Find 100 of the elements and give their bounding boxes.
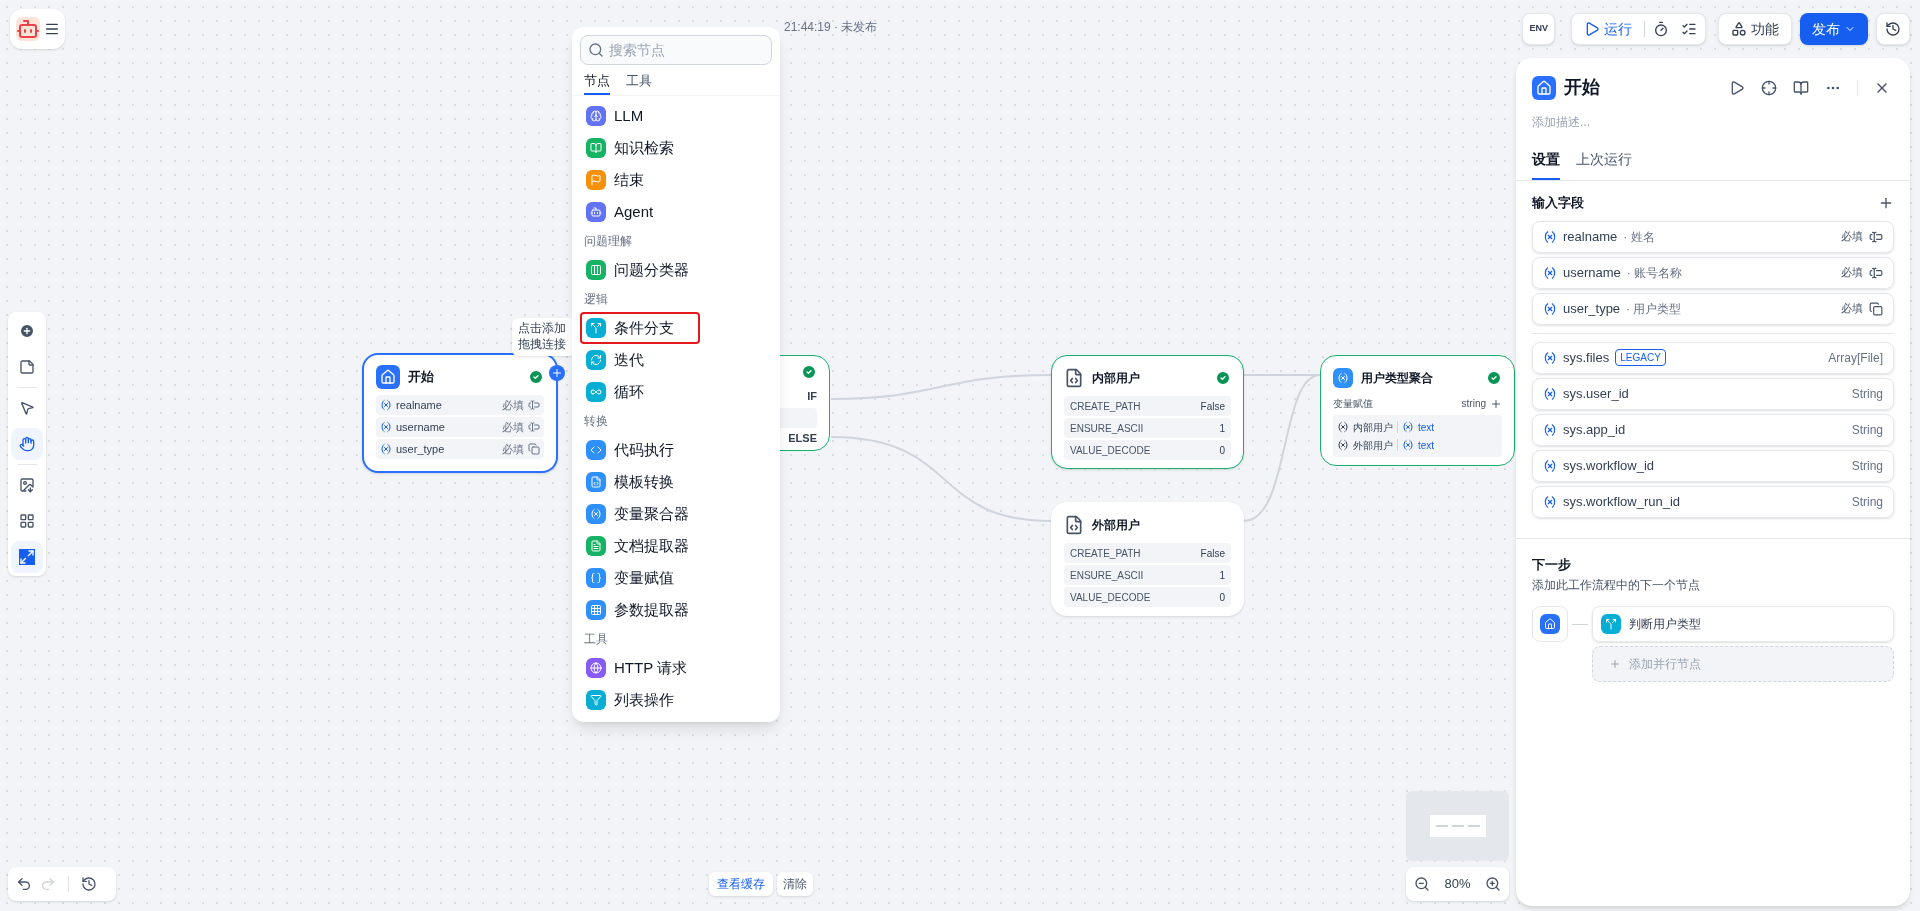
note-icon bbox=[19, 359, 35, 375]
variable-name: sys.files bbox=[1563, 348, 1610, 367]
history-icon[interactable] bbox=[81, 876, 97, 892]
field-label: · 账号名称 bbox=[1626, 264, 1684, 282]
field-name: realname bbox=[396, 397, 443, 413]
menu-item[interactable]: 条件分支 bbox=[580, 312, 700, 344]
variable-icon bbox=[1543, 301, 1557, 316]
menu-item[interactable]: 迭代 bbox=[580, 344, 772, 376]
menu-item[interactable]: HTTP 请求 bbox=[580, 652, 772, 684]
menu-item[interactable]: 变量聚合器 bbox=[580, 498, 772, 530]
param-key: VALUE_DECODE bbox=[1070, 442, 1220, 458]
start-node[interactable]: 开始 realname 必填 username 必填 user_type 必填 bbox=[362, 353, 558, 473]
required-label: 必填 bbox=[1841, 301, 1863, 317]
app-logo[interactable] bbox=[10, 9, 65, 49]
code-node[interactable]: 外部用户 CREATE_PATH False ENSURE_ASCII 1 VALUE_DECODE 0 bbox=[1051, 502, 1244, 616]
input-field-row[interactable]: user_type · 用户类型 必填 bbox=[1532, 292, 1894, 325]
menu-item[interactable]: 列表操作 bbox=[580, 684, 772, 716]
hand-mode-button[interactable] bbox=[11, 428, 43, 460]
undo-icon[interactable] bbox=[16, 876, 32, 892]
book-icon[interactable] bbox=[1793, 79, 1809, 96]
menu-section-heading: 工具 bbox=[583, 631, 609, 648]
menu-item[interactable]: 问题分类器 bbox=[580, 254, 772, 286]
search-field[interactable]: 搜索节点 bbox=[580, 35, 772, 65]
input-field-row[interactable]: realname · 姓名 必填 bbox=[1532, 220, 1894, 253]
param-value: 1 bbox=[1219, 568, 1225, 583]
zoom-level[interactable]: 80% bbox=[1444, 874, 1471, 894]
crosshair-icon[interactable] bbox=[1761, 79, 1777, 96]
variable-name: text bbox=[1418, 420, 1435, 435]
checklist-icon[interactable] bbox=[1681, 21, 1697, 37]
hand-icon bbox=[19, 436, 35, 452]
env-button[interactable]: ENV bbox=[1522, 13, 1555, 45]
add-icon[interactable] bbox=[1490, 397, 1502, 410]
menu-item[interactable]: 文档提取器 bbox=[580, 530, 772, 562]
panel-title: 开始 bbox=[1564, 76, 1601, 99]
input-field-row[interactable]: username · 账号名称 必填 bbox=[1532, 256, 1894, 289]
field-name: username bbox=[1563, 263, 1621, 282]
field-name: realname bbox=[1563, 227, 1618, 246]
panel-tab[interactable]: 设置 bbox=[1532, 149, 1560, 180]
description-field[interactable]: 添加描述... bbox=[1532, 113, 1892, 131]
autosave-status: 21:44:19 · 未发布 bbox=[784, 19, 878, 36]
publish-button[interactable]: 发布 bbox=[1800, 13, 1868, 45]
text-input-icon bbox=[528, 399, 540, 411]
menu-item[interactable]: 参数提取器 bbox=[580, 594, 772, 626]
aggregator-node[interactable]: 用户类型聚合 变量赋值 string 内部用户 text 外部用户 text bbox=[1320, 355, 1515, 466]
home-icon bbox=[1532, 75, 1556, 100]
section-title: 输入字段 bbox=[1532, 194, 1585, 212]
variable-icon bbox=[1543, 494, 1557, 509]
plus-icon bbox=[551, 367, 563, 379]
text-input-icon bbox=[1869, 229, 1883, 244]
text-input-icon bbox=[528, 421, 540, 433]
play-icon[interactable] bbox=[1729, 79, 1745, 96]
features-button[interactable]: 功能 bbox=[1718, 13, 1792, 45]
menu-tab[interactable]: 节点 bbox=[584, 69, 610, 95]
menu-item[interactable]: 结束 bbox=[580, 164, 772, 196]
menu-tab[interactable]: 工具 bbox=[626, 69, 652, 95]
section-hint: 添加此工作流程中的下一个节点 bbox=[1532, 577, 1701, 594]
clear-button[interactable]: 清除 bbox=[777, 872, 813, 896]
menu-section-heading: 转换 bbox=[583, 413, 609, 430]
code-node[interactable]: 内部用户 CREATE_PATH False ENSURE_ASCII 1 VALUE_DECODE 0 bbox=[1051, 355, 1244, 469]
menu-icon[interactable] bbox=[43, 21, 60, 37]
grid-icon bbox=[19, 513, 35, 529]
zoom-in-icon[interactable] bbox=[1485, 876, 1501, 892]
param-key: ENSURE_ASCII bbox=[1070, 420, 1220, 436]
required-label: 必填 bbox=[502, 441, 524, 457]
variable-icon bbox=[1543, 350, 1557, 365]
variable-icon bbox=[1337, 439, 1349, 451]
menu-item[interactable]: 知识检索 bbox=[580, 132, 772, 164]
menu-item[interactable]: Agent bbox=[580, 196, 772, 228]
start-node-icon bbox=[1532, 606, 1568, 642]
field-name: username bbox=[396, 419, 446, 435]
variable-icon bbox=[1333, 368, 1353, 388]
variable-icon bbox=[380, 443, 392, 455]
menu-section-heading: 问题理解 bbox=[583, 233, 633, 250]
field-name: user_type bbox=[396, 441, 446, 457]
menu-item[interactable]: 变量赋值 bbox=[580, 562, 772, 594]
timer-icon[interactable] bbox=[1653, 21, 1669, 37]
param-value: 0 bbox=[1219, 590, 1225, 605]
required-label: 必填 bbox=[502, 397, 524, 413]
maximize-button[interactable] bbox=[11, 541, 43, 573]
field-name: user_type bbox=[1563, 299, 1621, 318]
type-label: String bbox=[1851, 421, 1883, 439]
menu-item[interactable]: 代码执行 bbox=[580, 434, 772, 466]
variable-icon bbox=[1402, 439, 1414, 451]
plus-icon bbox=[1609, 658, 1621, 670]
menu-item[interactable]: 模板转换 bbox=[580, 466, 772, 498]
home-icon bbox=[376, 365, 400, 389]
add-handle[interactable] bbox=[549, 365, 565, 381]
next-node-card[interactable]: 判断用户类型 bbox=[1592, 606, 1894, 642]
group-label: 变量赋值 bbox=[1333, 397, 1374, 411]
view-cache-button[interactable]: 查看缓存 bbox=[709, 872, 773, 896]
panel-tab[interactable]: 上次运行 bbox=[1576, 149, 1632, 180]
type-label: String bbox=[1851, 385, 1883, 403]
zoom-out-icon[interactable] bbox=[1414, 876, 1430, 892]
source-node-label: 外部用户 bbox=[1353, 438, 1393, 453]
run-button[interactable]: 运行 bbox=[1576, 18, 1640, 40]
type-label: string bbox=[1461, 397, 1486, 411]
menu-item[interactable]: 循环 bbox=[580, 376, 772, 408]
text-input-icon bbox=[1869, 265, 1883, 280]
menu-item[interactable]: LLM bbox=[580, 100, 772, 132]
history-button[interactable] bbox=[1876, 13, 1910, 45]
